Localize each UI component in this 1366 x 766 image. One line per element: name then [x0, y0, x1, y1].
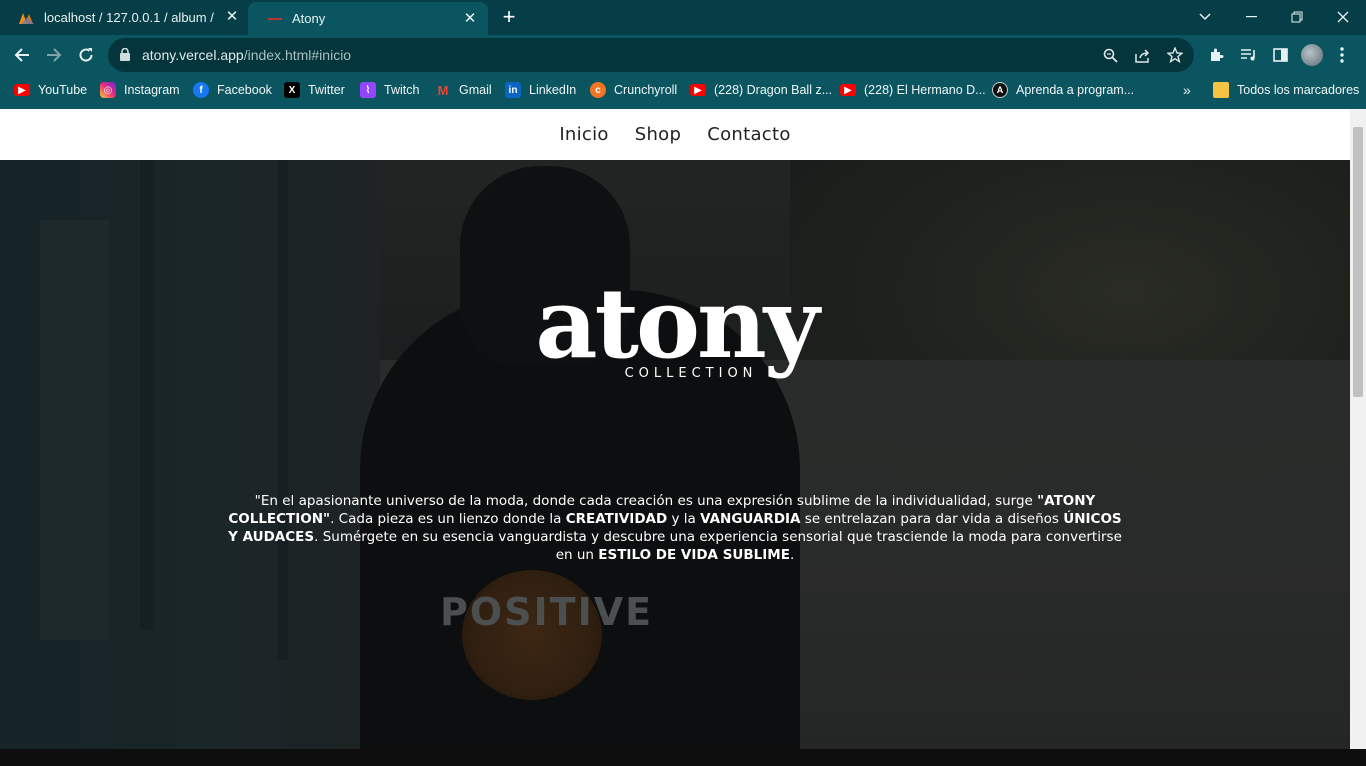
youtube-icon: ▶: [14, 84, 30, 96]
atony-logo: atony COLLECTION: [528, 267, 824, 382]
bookmark-crunchyroll[interactable]: c Crunchyroll: [590, 78, 677, 102]
site-nav: Inicio Shop Contacto: [0, 109, 1350, 160]
close-tab-icon[interactable]: ✕: [224, 9, 240, 25]
share-icon[interactable]: [1134, 46, 1152, 64]
nav-link-shop[interactable]: Shop: [622, 124, 694, 145]
restore-button[interactable]: [1274, 0, 1320, 33]
media-control-icon[interactable]: [1236, 43, 1260, 67]
more-bookmarks-chevron-icon[interactable]: »: [1183, 78, 1191, 102]
tab-search-icon[interactable]: [1182, 0, 1228, 33]
tagline-bold: VANGUARDIA: [700, 511, 801, 527]
youtube-icon: ▶: [690, 84, 706, 96]
bookmark-twitch[interactable]: ⌇ Twitch: [360, 78, 419, 102]
gmail-icon: M: [437, 82, 449, 98]
bookmark-label: Instagram: [124, 83, 180, 97]
angular-icon: A: [992, 82, 1008, 98]
scrollbar-thumb[interactable]: [1353, 127, 1363, 397]
tagline-text: y la: [667, 511, 701, 527]
logo-wordmark: atony: [535, 267, 819, 380]
side-panel-icon[interactable]: [1268, 43, 1292, 67]
tab-title: Atony: [292, 11, 326, 26]
twitch-icon: ⌇: [360, 82, 376, 98]
url-host: atony.vercel.app: [142, 47, 244, 63]
tagline-text: "En el apasionante universo de la moda, …: [254, 493, 1038, 509]
bookmark-label: Crunchyroll: [614, 83, 678, 97]
url-path: /index.html#inicio: [243, 47, 352, 63]
bookmarks-bar: ▶ YouTube ◎ Instagram f Facebook X Twitt…: [0, 78, 1366, 102]
profile-avatar[interactable]: [1301, 44, 1323, 66]
bookmark-facebook[interactable]: f Facebook: [193, 78, 272, 102]
atony-favicon: [266, 11, 284, 27]
tab-phpmyadmin[interactable]: localhost / 127.0.0.1 / album / pr ✕: [0, 0, 250, 35]
extensions-icon[interactable]: [1204, 43, 1228, 67]
bookmark-dragon-ball[interactable]: ▶ (228) Dragon Ball z...: [690, 78, 832, 102]
minimize-button[interactable]: [1228, 0, 1274, 33]
page-scrollbar[interactable]: [1350, 109, 1366, 749]
new-tab-button[interactable]: +: [498, 6, 520, 28]
youtube-icon: ▶: [840, 84, 856, 96]
taskbar-edge: [0, 749, 1366, 766]
bookmark-el-hermano[interactable]: ▶ (228) El Hermano D...: [840, 78, 986, 102]
hero-tagline: "En el apasionante universo de la moda, …: [225, 492, 1125, 564]
facebook-icon: f: [193, 82, 209, 98]
lock-icon[interactable]: [120, 47, 130, 66]
tab-strip: localhost / 127.0.0.1 / album / pr ✕ Ato…: [0, 0, 1366, 35]
hero-dark-overlay: [0, 160, 1350, 749]
nav-link-inicio[interactable]: Inicio: [546, 124, 621, 145]
bookmark-star-icon[interactable]: [1166, 46, 1184, 64]
back-button[interactable]: [10, 43, 34, 67]
linkedin-icon: in: [505, 82, 521, 98]
forward-button[interactable]: [42, 43, 66, 67]
bookmark-linkedin[interactable]: in LinkedIn: [505, 78, 576, 102]
menu-kebab-icon[interactable]: [1330, 43, 1354, 67]
instagram-icon: ◎: [100, 82, 116, 98]
close-tab-icon[interactable]: ✕: [462, 11, 478, 27]
bookmark-label: Aprenda a program...: [1016, 83, 1135, 97]
bookmark-label: Facebook: [217, 83, 272, 97]
bookmark-label: LinkedIn: [529, 83, 577, 97]
all-bookmarks-folder[interactable]: Todos los marcadores: [1213, 78, 1359, 102]
crunchyroll-icon: c: [590, 82, 606, 98]
browser-chrome: localhost / 127.0.0.1 / album / pr ✕ Ato…: [0, 0, 1366, 109]
hero-section: POSITIVE atony COLLECTION "En el apasion…: [0, 160, 1350, 749]
tagline-bold: CREATIVIDAD: [565, 511, 668, 527]
tab-atony[interactable]: Atony ✕: [248, 2, 488, 35]
tagline-bold: ESTILO DE VIDA SUBLIME: [598, 547, 790, 563]
phpmyadmin-icon: [18, 10, 36, 26]
bookmark-gmail[interactable]: M Gmail: [435, 78, 492, 102]
zoom-icon[interactable]: [1101, 46, 1119, 64]
bookmark-label: YouTube: [38, 83, 88, 97]
bookmark-label: Gmail: [459, 83, 492, 97]
tab-title: localhost / 127.0.0.1 / album / pr: [44, 10, 216, 25]
bookmark-label: Twitter: [308, 83, 345, 97]
tagline-text: se entrelazan para dar vida a diseños: [800, 511, 1064, 527]
folder-icon: [1213, 82, 1229, 98]
reload-button[interactable]: [74, 43, 98, 67]
address-bar[interactable]: atony.vercel.app/index.html#inicio: [108, 38, 1194, 72]
bookmark-aprenda[interactable]: A Aprenda a program...: [992, 78, 1134, 102]
bookmark-label: (228) Dragon Ball z...: [714, 83, 833, 97]
x-icon: X: [284, 82, 300, 98]
tagline-text: .: [789, 547, 795, 563]
bookmark-label: (228) El Hermano D...: [864, 83, 986, 97]
nav-link-contacto[interactable]: Contacto: [694, 124, 803, 145]
web-page: Inicio Shop Contacto POSITIVE atony COLL…: [0, 109, 1350, 749]
close-window-button[interactable]: [1320, 0, 1366, 33]
bookmark-instagram[interactable]: ◎ Instagram: [100, 78, 180, 102]
bookmark-label: Twitch: [384, 83, 420, 97]
url-text[interactable]: atony.vercel.app/index.html#inicio: [142, 47, 351, 63]
bookmark-twitter[interactable]: X Twitter: [284, 78, 345, 102]
toolbar: atony.vercel.app/index.html#inicio: [0, 35, 1366, 75]
all-bookmarks-label: Todos los marcadores: [1237, 83, 1360, 97]
bookmark-youtube[interactable]: ▶ YouTube: [14, 78, 87, 102]
tagline-text: . Cada pieza es un lienzo donde la: [330, 511, 566, 527]
